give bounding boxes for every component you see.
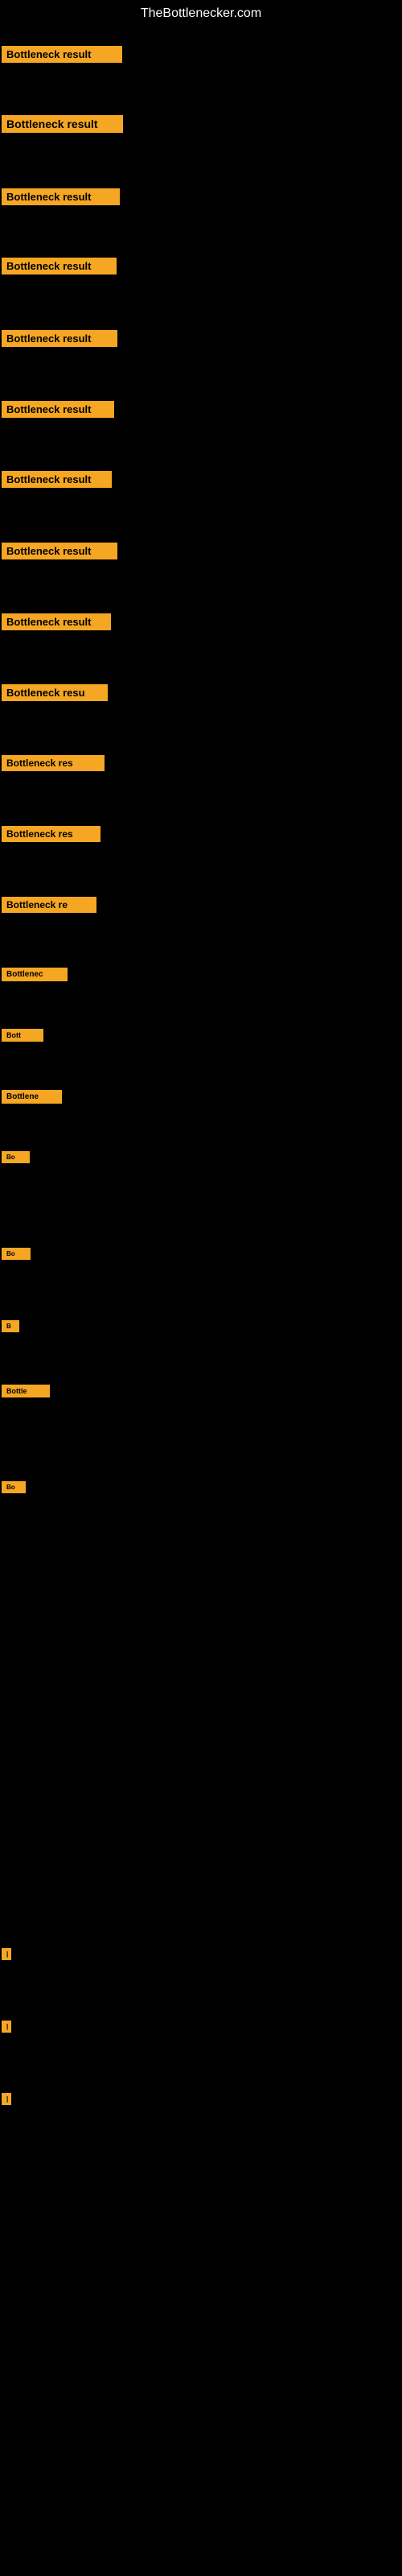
bottleneck-badge-container: Bott <box>2 1029 43 1046</box>
bottleneck-result-badge[interactable]: Bottleneck result <box>2 401 114 418</box>
bottleneck-badge-container: Bottlene <box>2 1090 62 1108</box>
bottleneck-result-badge[interactable]: | <box>2 1948 11 1960</box>
bottleneck-badge-container: Bottleneck result <box>2 471 112 492</box>
bottleneck-result-badge[interactable]: Bo <box>2 1151 30 1163</box>
bottleneck-badge-container: Bottleneck result <box>2 543 117 564</box>
bottleneck-result-badge[interactable]: Bottlene <box>2 1090 62 1104</box>
bottleneck-badge-container: Bottleneck result <box>2 401 114 422</box>
bottleneck-result-badge[interactable]: Bottleneck result <box>2 258 117 275</box>
bottleneck-badge-container: Bottleneck re <box>2 897 96 917</box>
bottleneck-result-badge[interactable]: | <box>2 2093 11 2105</box>
site-title: TheBottlenecker.com <box>0 0 402 27</box>
bottleneck-result-badge[interactable]: Bottleneck result <box>2 330 117 347</box>
bottleneck-result-badge[interactable]: B <box>2 1320 19 1332</box>
bottleneck-badge-container: Bottleneck result <box>2 188 120 209</box>
bottleneck-badge-container: Bottle <box>2 1385 50 1402</box>
bottleneck-badge-container: Bottlenec <box>2 968 68 985</box>
bottleneck-badge-container: Bottleneck result <box>2 258 117 279</box>
bottleneck-badge-container: Bottleneck res <box>2 826 100 846</box>
bottleneck-result-badge[interactable]: Bottleneck re <box>2 897 96 913</box>
bottleneck-badge-container: | <box>2 2093 11 2109</box>
bottleneck-result-badge[interactable]: Bott <box>2 1029 43 1042</box>
bottleneck-result-badge[interactable]: Bo <box>2 1248 31 1260</box>
bottleneck-badge-container: Bottleneck result <box>2 115 123 137</box>
bottleneck-badge-container: Bottleneck resu <box>2 684 108 705</box>
bottleneck-result-badge[interactable]: | <box>2 2021 11 2033</box>
bottleneck-result-badge[interactable]: Bottleneck result <box>2 613 111 630</box>
bottleneck-badge-container: B <box>2 1320 19 1336</box>
bottleneck-result-badge[interactable]: Bottle <box>2 1385 50 1397</box>
bottleneck-result-badge[interactable]: Bottleneck result <box>2 115 123 133</box>
bottleneck-result-badge[interactable]: Bottleneck resu <box>2 684 108 701</box>
bottleneck-badge-container: Bottleneck res <box>2 755 105 775</box>
bottleneck-badge-container: Bottleneck result <box>2 613 111 634</box>
bottleneck-result-badge[interactable]: Bo <box>2 1481 26 1493</box>
bottleneck-result-badge[interactable]: Bottlenec <box>2 968 68 981</box>
bottleneck-badge-container: | <box>2 2021 11 2037</box>
bottleneck-badge-container: Bo <box>2 1151 30 1167</box>
bottleneck-result-badge[interactable]: Bottleneck res <box>2 755 105 771</box>
bottleneck-badge-container: | <box>2 1948 11 1964</box>
bottleneck-result-badge[interactable]: Bottleneck result <box>2 46 122 63</box>
bottleneck-result-badge[interactable]: Bottleneck result <box>2 188 120 205</box>
bottleneck-badge-container: Bo <box>2 1248 31 1264</box>
bottleneck-result-badge[interactable]: Bottleneck res <box>2 826 100 842</box>
bottleneck-result-badge[interactable]: Bottleneck result <box>2 543 117 559</box>
bottleneck-badge-container: Bottleneck result <box>2 330 117 351</box>
bottleneck-badge-container: Bottleneck result <box>2 46 122 67</box>
bottleneck-result-badge[interactable]: Bottleneck result <box>2 471 112 488</box>
bottleneck-badge-container: Bo <box>2 1481 26 1497</box>
